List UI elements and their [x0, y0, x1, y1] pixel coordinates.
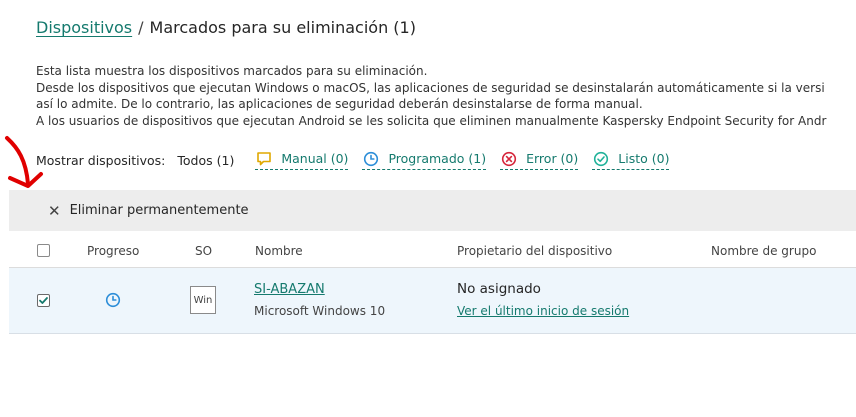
filter-programado[interactable]: Programado (1) — [362, 150, 487, 170]
filter-error-label: Error (0) — [526, 151, 579, 166]
column-header-propietario[interactable]: Propietario del dispositivo — [457, 244, 612, 258]
column-header-grupo[interactable]: Nombre de grupo — [711, 244, 816, 258]
row-checkbox[interactable] — [37, 294, 50, 307]
comment-icon — [255, 150, 272, 167]
description-line: A los usuarios de dispositivos que ejecu… — [36, 113, 827, 128]
description-line: Esta lista muestra los dispositivos marc… — [36, 64, 428, 78]
device-owner: No asignado — [457, 281, 541, 297]
last-login-link[interactable]: Ver el último inicio de sesión — [457, 304, 629, 318]
filter-all[interactable]: Todos (1) — [177, 153, 234, 168]
device-filter-bar: Mostrar dispositivos: Todos (1) Manual (… — [36, 150, 683, 170]
column-header-nombre[interactable]: Nombre — [255, 244, 303, 258]
description: Esta lista muestra los dispositivos marc… — [36, 63, 826, 129]
filter-label: Mostrar dispositivos: — [36, 152, 166, 168]
column-header-progreso[interactable]: Progreso — [87, 244, 139, 258]
column-header-so[interactable]: SO — [195, 244, 212, 258]
filter-manual[interactable]: Manual (0) — [255, 150, 349, 170]
clock-icon — [362, 150, 379, 167]
table-row[interactable]: Win SI-ABAZAN Microsoft Windows 10 No as… — [9, 268, 856, 334]
delete-permanently-label: Eliminar permanentemente — [69, 203, 249, 218]
filter-manual-label: Manual (0) — [281, 151, 349, 166]
breadcrumb: Dispositivos / Marcados para su eliminació… — [36, 18, 416, 37]
error-icon — [500, 150, 517, 167]
table-header: Progreso SO Nombre Propietario del dispo… — [9, 232, 856, 268]
filter-programado-label: Programado (1) — [388, 151, 487, 166]
filter-listo[interactable]: Listo (0) — [592, 150, 670, 170]
check-circle-icon — [592, 150, 609, 167]
device-os: Microsoft Windows 10 — [254, 304, 386, 318]
delete-permanently-button[interactable]: ✕ Eliminar permanentemente — [48, 202, 249, 220]
page-title: Marcados para su eliminación (1) — [149, 18, 416, 37]
description-line: así lo admite. De lo contrario, las apli… — [36, 97, 643, 111]
device-name-link[interactable]: SI-ABAZAN — [254, 282, 325, 297]
windows-os-badge: Win — [190, 286, 216, 314]
breadcrumb-link-dispositivos[interactable]: Dispositivos — [36, 18, 132, 37]
clock-icon — [105, 292, 121, 312]
filter-listo-label: Listo (0) — [618, 151, 670, 166]
select-all-checkbox[interactable] — [37, 244, 50, 257]
filter-error[interactable]: Error (0) — [500, 150, 579, 170]
description-line: Desde los dispositivos que ejecutan Wind… — [36, 80, 825, 95]
close-icon: ✕ — [48, 201, 61, 220]
checkmark-icon — [39, 297, 48, 304]
action-toolbar: ✕ Eliminar permanentemente — [9, 190, 856, 231]
breadcrumb-separator: / — [138, 18, 144, 37]
